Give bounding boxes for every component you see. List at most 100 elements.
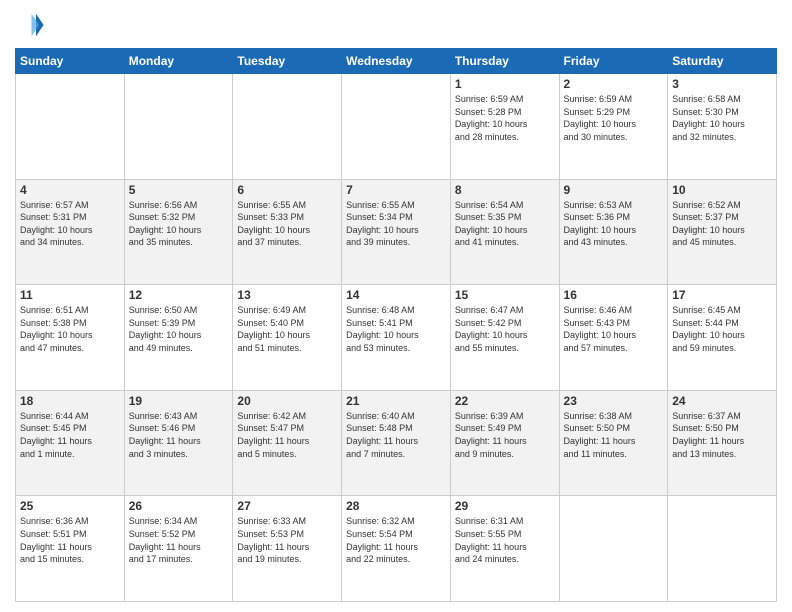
day-header-wednesday: Wednesday: [342, 49, 451, 74]
day-number: 1: [455, 77, 555, 91]
day-header-monday: Monday: [124, 49, 233, 74]
calendar-cell: [124, 74, 233, 180]
calendar-cell: 15 Sunrise: 6:47 AM Sunset: 5:42 PM Dayli…: [450, 285, 559, 391]
day-number: 14: [346, 288, 446, 302]
calendar-cell: 5 Sunrise: 6:56 AM Sunset: 5:32 PM Daylig…: [124, 179, 233, 285]
day-number: 3: [672, 77, 772, 91]
calendar-cell: 19 Sunrise: 6:43 AM Sunset: 5:46 PM Dayli…: [124, 390, 233, 496]
day-info: Sunrise: 6:55 AM Sunset: 5:33 PM Dayligh…: [237, 199, 337, 249]
calendar-cell: 21Sunrise: 6:40 AM Sunset: 5:48 PM Dayli…: [342, 390, 451, 496]
day-info: Sunrise: 6:32 AM Sunset: 5:54 PM Dayligh…: [346, 515, 446, 565]
week-row-4: 25 Sunrise: 6:36 AM Sunset: 5:51 PM Dayli…: [16, 496, 777, 602]
day-number: 24: [672, 394, 772, 408]
calendar-cell: 24 Sunrise: 6:37 AM Sunset: 5:50 PM Dayli…: [668, 390, 777, 496]
day-number: 22: [455, 394, 555, 408]
header-row: SundayMondayTuesdayWednesdayThursdayFrid…: [16, 49, 777, 74]
header: [15, 10, 777, 40]
calendar-cell: 7Sunrise: 6:55 AM Sunset: 5:34 PM Daylig…: [342, 179, 451, 285]
calendar-cell: [16, 74, 125, 180]
calendar-cell: 10Sunrise: 6:52 AM Sunset: 5:37 PM Dayli…: [668, 179, 777, 285]
calendar-cell: 14 Sunrise: 6:48 AM Sunset: 5:41 PM Dayli…: [342, 285, 451, 391]
page: SundayMondayTuesdayWednesdayThursdayFrid…: [0, 0, 792, 612]
day-number: 2: [564, 77, 664, 91]
day-info: Sunrise: 6:49 AM Sunset: 5:40 PM Dayligh…: [237, 304, 337, 354]
calendar-cell: [342, 74, 451, 180]
day-number: 15: [455, 288, 555, 302]
calendar-cell: 11 Sunrise: 6:51 AM Sunset: 5:38 PM Dayli…: [16, 285, 125, 391]
week-row-1: 4 Sunrise: 6:57 AM Sunset: 5:31 PM Daylig…: [16, 179, 777, 285]
day-info: Sunrise: 6:34 AM Sunset: 5:52 PM Dayligh…: [129, 515, 229, 565]
day-number: 5: [129, 183, 229, 197]
day-info: Sunrise: 6:54 AM Sunset: 5:35 PM Dayligh…: [455, 199, 555, 249]
day-info: Sunrise: 6:53 AM Sunset: 5:36 PM Dayligh…: [564, 199, 664, 249]
logo-icon: [15, 10, 45, 40]
calendar-table: SundayMondayTuesdayWednesdayThursdayFrid…: [15, 48, 777, 602]
day-info: Sunrise: 6:59 AM Sunset: 5:29 PM Dayligh…: [564, 93, 664, 143]
calendar-cell: [233, 74, 342, 180]
day-number: 11: [20, 288, 120, 302]
day-info: Sunrise: 6:42 AM Sunset: 5:47 PM Dayligh…: [237, 410, 337, 460]
calendar-cell: 4 Sunrise: 6:57 AM Sunset: 5:31 PM Daylig…: [16, 179, 125, 285]
day-header-thursday: Thursday: [450, 49, 559, 74]
day-info: Sunrise: 6:36 AM Sunset: 5:51 PM Dayligh…: [20, 515, 120, 565]
day-header-sunday: Sunday: [16, 49, 125, 74]
day-number: 12: [129, 288, 229, 302]
calendar-header: SundayMondayTuesdayWednesdayThursdayFrid…: [16, 49, 777, 74]
calendar-cell: 27 Sunrise: 6:33 AM Sunset: 5:53 PM Dayli…: [233, 496, 342, 602]
calendar-cell: [668, 496, 777, 602]
day-number: 17: [672, 288, 772, 302]
week-row-0: 1 Sunrise: 6:59 AM Sunset: 5:28 PM Daylig…: [16, 74, 777, 180]
day-header-saturday: Saturday: [668, 49, 777, 74]
day-number: 19: [129, 394, 229, 408]
day-number: 4: [20, 183, 120, 197]
day-number: 8: [455, 183, 555, 197]
calendar-cell: 8 Sunrise: 6:54 AM Sunset: 5:35 PM Daylig…: [450, 179, 559, 285]
calendar-cell: 6 Sunrise: 6:55 AM Sunset: 5:33 PM Daylig…: [233, 179, 342, 285]
day-info: Sunrise: 6:56 AM Sunset: 5:32 PM Dayligh…: [129, 199, 229, 249]
day-info: Sunrise: 6:39 AM Sunset: 5:49 PM Dayligh…: [455, 410, 555, 460]
calendar-cell: 23 Sunrise: 6:38 AM Sunset: 5:50 PM Dayli…: [559, 390, 668, 496]
day-info: Sunrise: 6:55 AM Sunset: 5:34 PM Dayligh…: [346, 199, 446, 249]
day-header-tuesday: Tuesday: [233, 49, 342, 74]
day-info: Sunrise: 6:47 AM Sunset: 5:42 PM Dayligh…: [455, 304, 555, 354]
calendar-cell: 20Sunrise: 6:42 AM Sunset: 5:47 PM Dayli…: [233, 390, 342, 496]
calendar-cell: 1 Sunrise: 6:59 AM Sunset: 5:28 PM Daylig…: [450, 74, 559, 180]
day-info: Sunrise: 6:50 AM Sunset: 5:39 PM Dayligh…: [129, 304, 229, 354]
calendar-cell: 17 Sunrise: 6:45 AM Sunset: 5:44 PM Dayli…: [668, 285, 777, 391]
calendar-cell: [559, 496, 668, 602]
day-number: 26: [129, 499, 229, 513]
calendar-cell: 25 Sunrise: 6:36 AM Sunset: 5:51 PM Dayli…: [16, 496, 125, 602]
day-info: Sunrise: 6:33 AM Sunset: 5:53 PM Dayligh…: [237, 515, 337, 565]
calendar-cell: 18Sunrise: 6:44 AM Sunset: 5:45 PM Dayli…: [16, 390, 125, 496]
day-info: Sunrise: 6:38 AM Sunset: 5:50 PM Dayligh…: [564, 410, 664, 460]
calendar-cell: 16 Sunrise: 6:46 AM Sunset: 5:43 PM Dayli…: [559, 285, 668, 391]
day-info: Sunrise: 6:51 AM Sunset: 5:38 PM Dayligh…: [20, 304, 120, 354]
day-number: 29: [455, 499, 555, 513]
day-number: 10: [672, 183, 772, 197]
day-number: 6: [237, 183, 337, 197]
logo: [15, 10, 49, 40]
calendar-cell: 9Sunrise: 6:53 AM Sunset: 5:36 PM Daylig…: [559, 179, 668, 285]
day-info: Sunrise: 6:57 AM Sunset: 5:31 PM Dayligh…: [20, 199, 120, 249]
day-info: Sunrise: 6:31 AM Sunset: 5:55 PM Dayligh…: [455, 515, 555, 565]
day-number: 23: [564, 394, 664, 408]
calendar-cell: 12 Sunrise: 6:50 AM Sunset: 5:39 PM Dayli…: [124, 285, 233, 391]
day-number: 18: [20, 394, 120, 408]
calendar-cell: 2 Sunrise: 6:59 AM Sunset: 5:29 PM Daylig…: [559, 74, 668, 180]
day-number: 25: [20, 499, 120, 513]
day-number: 27: [237, 499, 337, 513]
day-info: Sunrise: 6:48 AM Sunset: 5:41 PM Dayligh…: [346, 304, 446, 354]
day-info: Sunrise: 6:59 AM Sunset: 5:28 PM Dayligh…: [455, 93, 555, 143]
day-info: Sunrise: 6:45 AM Sunset: 5:44 PM Dayligh…: [672, 304, 772, 354]
calendar-cell: 22 Sunrise: 6:39 AM Sunset: 5:49 PM Dayli…: [450, 390, 559, 496]
week-row-2: 11 Sunrise: 6:51 AM Sunset: 5:38 PM Dayli…: [16, 285, 777, 391]
calendar-cell: 3Sunrise: 6:58 AM Sunset: 5:30 PM Daylig…: [668, 74, 777, 180]
day-info: Sunrise: 6:46 AM Sunset: 5:43 PM Dayligh…: [564, 304, 664, 354]
day-header-friday: Friday: [559, 49, 668, 74]
calendar-cell: 26 Sunrise: 6:34 AM Sunset: 5:52 PM Dayli…: [124, 496, 233, 602]
calendar-cell: 28 Sunrise: 6:32 AM Sunset: 5:54 PM Dayli…: [342, 496, 451, 602]
day-number: 16: [564, 288, 664, 302]
day-info: Sunrise: 6:37 AM Sunset: 5:50 PM Dayligh…: [672, 410, 772, 460]
day-number: 28: [346, 499, 446, 513]
day-info: Sunrise: 6:43 AM Sunset: 5:46 PM Dayligh…: [129, 410, 229, 460]
